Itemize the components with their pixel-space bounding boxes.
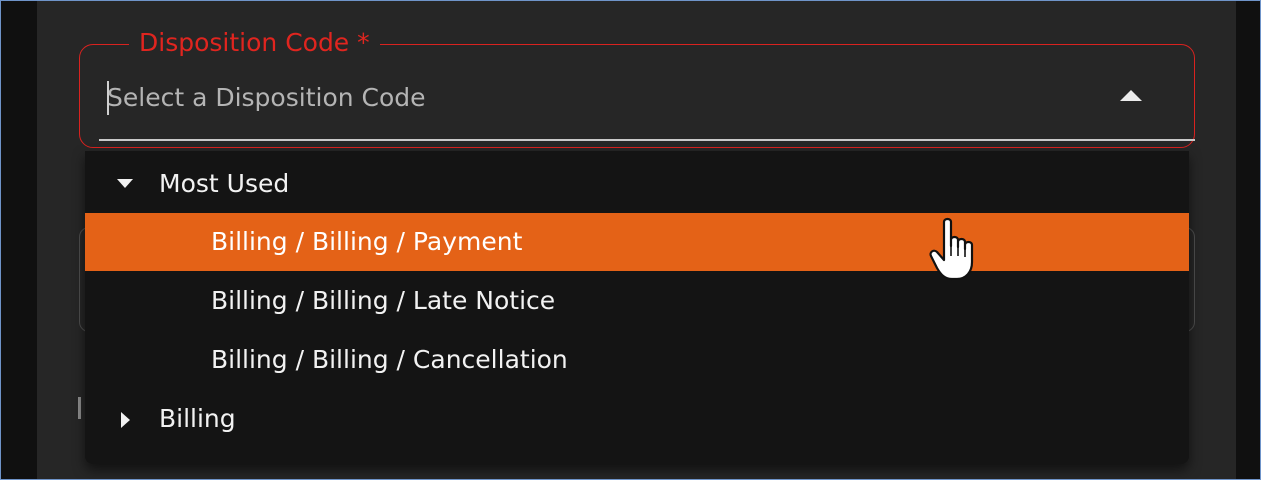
text-caret — [107, 81, 109, 115]
option-label: Billing / Billing / Late Notice — [211, 286, 556, 315]
group-most-used[interactable]: Most Used — [85, 155, 1189, 213]
triangle-right-icon — [121, 412, 130, 428]
disposition-code-label: Disposition Code * — [129, 25, 380, 61]
option-billing-cancellation[interactable]: Billing / Billing / Cancellation — [85, 331, 1189, 389]
select-underline — [99, 139, 1195, 141]
triangle-down-icon — [117, 179, 133, 188]
app-frame: Disposition Code * Select a Disposition … — [0, 0, 1261, 480]
group-billing[interactable]: Billing — [85, 390, 1189, 448]
option-label: Billing / Billing / Payment — [211, 227, 523, 256]
option-label: Billing / Billing / Cancellation — [211, 345, 568, 374]
option-billing-payment[interactable]: Billing / Billing / Payment — [85, 213, 1189, 271]
background-field-label-fragment — [78, 397, 81, 419]
hand-pointer-icon — [929, 217, 974, 281]
group-label: Billing — [159, 404, 236, 433]
right-edge-bar — [1236, 1, 1260, 479]
option-billing-late-notice[interactable]: Billing / Billing / Late Notice — [85, 272, 1189, 330]
left-edge-bar — [1, 1, 37, 479]
disposition-code-input[interactable]: Select a Disposition Code — [107, 76, 1067, 120]
group-label: Most Used — [159, 169, 290, 198]
dropdown-arrow-up-icon[interactable] — [1120, 90, 1142, 101]
